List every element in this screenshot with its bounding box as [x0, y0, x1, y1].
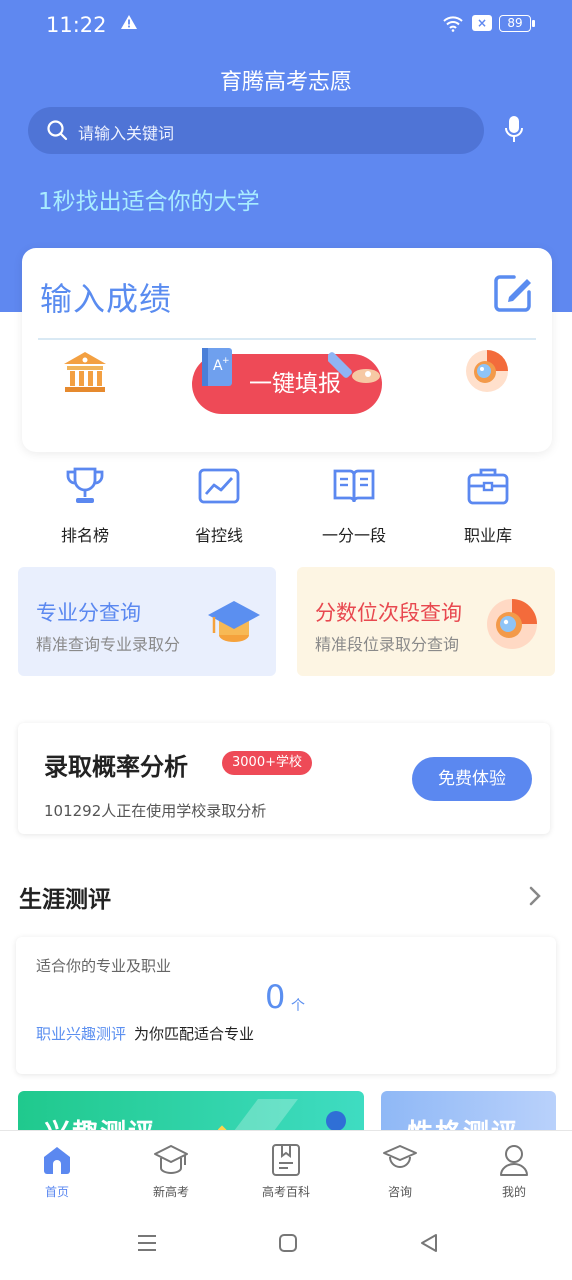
briefcase-icon	[467, 468, 509, 505]
app-title: 育腾高考志愿	[219, 70, 352, 95]
promo-subtitle: 精准段位录取分查询	[315, 635, 460, 654]
divider	[38, 338, 536, 340]
university-icon[interactable]	[62, 350, 108, 394]
major-score-query-card[interactable]: 专业分查询 精准查询专业录取分	[18, 567, 276, 676]
match-count: 0	[265, 978, 286, 1016]
trophy-icon	[66, 467, 104, 503]
slogan-text: 1秒找出适合你的大学	[38, 189, 260, 215]
school-count-badge: 3000+学校	[222, 751, 312, 775]
tab-new-gaokao[interactable]: 新高考	[131, 1143, 211, 1200]
score-input-card[interactable]: 输入成绩 一键填报 A +	[22, 248, 552, 452]
tab-label: 首页	[44, 1185, 69, 1199]
quick-link-control-line[interactable]: 省控线	[154, 462, 284, 552]
free-trial-button[interactable]: 免费体验	[412, 757, 532, 801]
search-placeholder: 请输入关键词	[78, 124, 175, 143]
career-match-card[interactable]: 适合你的专业及职业 0 个 职业兴趣测评 为你匹配适合专业	[16, 937, 556, 1074]
quick-link-career-library[interactable]: 职业库	[423, 462, 553, 552]
menu-icon[interactable]	[136, 1232, 158, 1254]
graduation-cap-icon	[208, 601, 260, 642]
admission-analysis-card[interactable]: 录取概率分析 3000+学校 101292人正在使用学校录取分析 免费体验	[18, 723, 550, 834]
report-book-icon: A +	[202, 348, 232, 386]
user-icon	[500, 1145, 528, 1176]
career-card-label: 适合你的专业及职业	[36, 957, 172, 975]
search-bar[interactable]: 请输入关键词	[28, 107, 484, 154]
tab-mine[interactable]: 我的	[474, 1143, 554, 1200]
quick-link-score-segment[interactable]: 一分一段	[289, 462, 419, 552]
tab-encyclopedia[interactable]: 高考百科	[246, 1143, 326, 1200]
tab-label: 高考百科	[261, 1185, 310, 1199]
book-icon	[333, 469, 375, 503]
svg-text:+: +	[222, 356, 230, 366]
quick-link-label: 省控线	[194, 526, 243, 545]
promo-subtitle: 精准查询专业录取分	[36, 635, 181, 654]
tab-label: 我的	[501, 1185, 526, 1199]
career-card-hint: 为你匹配适合专业	[134, 1025, 255, 1043]
wifi-icon	[443, 16, 463, 32]
home-icon	[44, 1147, 70, 1174]
score-search-icon[interactable]	[464, 348, 510, 394]
search-icon	[47, 120, 68, 141]
warning-icon	[121, 15, 137, 29]
back-icon[interactable]	[418, 1232, 440, 1254]
promo-title: 专业分查询	[36, 601, 141, 625]
tab-label: 新高考	[152, 1185, 189, 1199]
score-card-title[interactable]: 输入成绩	[40, 274, 172, 320]
bottom-tab-bar: 首页 新高考 高考百科 咨询 我的	[0, 1130, 572, 1210]
system-nav-bar	[0, 1210, 572, 1280]
quick-link-label: 排名榜	[60, 526, 109, 545]
chart-line-icon	[198, 468, 240, 504]
battery-icon: 89	[499, 15, 535, 32]
mortarboard-icon	[154, 1145, 188, 1174]
admission-title: 录取概率分析	[44, 753, 188, 781]
interest-test-link[interactable]: 职业兴趣测评	[36, 1023, 126, 1044]
tab-consult[interactable]: 咨询	[360, 1143, 440, 1200]
pen-icon	[328, 352, 380, 383]
bookmark-icon	[272, 1144, 300, 1176]
consult-icon	[383, 1145, 417, 1168]
status-time: 11:22	[46, 13, 107, 37]
promo-title: 分数位次段查询	[315, 601, 462, 625]
sim-off-icon: ×	[472, 15, 492, 31]
tab-label: 咨询	[387, 1185, 412, 1199]
edit-icon[interactable]	[492, 272, 534, 314]
career-section-title: 生涯测评	[19, 887, 111, 913]
chevron-right-icon[interactable]	[528, 885, 542, 907]
match-count-unit: 个	[291, 998, 305, 1014]
tab-home[interactable]: 首页	[17, 1143, 97, 1200]
quick-link-label: 一分一段	[321, 526, 386, 545]
quick-link-ranking[interactable]: 排名榜	[20, 462, 150, 552]
magnifier-icon	[487, 599, 537, 649]
rank-segment-query-card[interactable]: 分数位次段查询 精准段位录取分查询	[297, 567, 555, 676]
admission-subtitle: 101292人正在使用学校录取分析	[44, 802, 267, 820]
quick-link-label: 职业库	[463, 526, 512, 545]
microphone-icon[interactable]	[503, 114, 525, 146]
status-bar: 11:22 × 89	[0, 0, 572, 50]
home-button-icon[interactable]	[277, 1232, 299, 1254]
